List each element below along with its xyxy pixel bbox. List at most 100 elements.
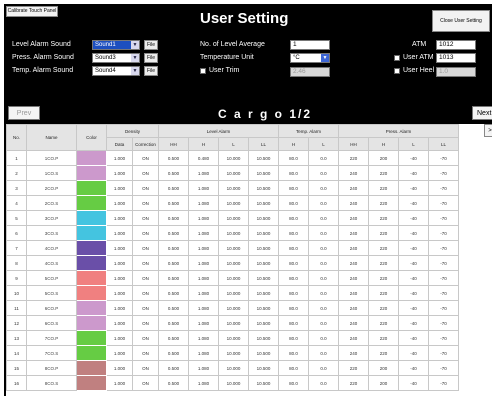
press-alarm-file-button[interactable]: File bbox=[144, 53, 158, 63]
cell-name[interactable]: 1CO.P bbox=[26, 150, 77, 166]
tank-color-cell[interactable] bbox=[76, 330, 107, 346]
cell-corr[interactable]: ON bbox=[132, 300, 159, 316]
cell-ll[interactable]: 10.000 bbox=[218, 225, 249, 241]
user-atm-input[interactable]: 1013 bbox=[436, 53, 476, 63]
cell-lll[interactable]: 10.500 bbox=[248, 315, 279, 331]
cell-no[interactable]: 3 bbox=[6, 180, 27, 196]
cell-ph[interactable]: 220 bbox=[368, 210, 399, 226]
cell-lh[interactable]: 1.080 bbox=[188, 270, 219, 286]
atm-input[interactable]: 1012 bbox=[436, 40, 476, 50]
cell-density[interactable]: 1.000 bbox=[106, 300, 133, 316]
tank-color-cell[interactable] bbox=[76, 360, 107, 376]
cell-ll[interactable]: 10.000 bbox=[218, 360, 249, 376]
cell-ll[interactable]: 10.000 bbox=[218, 270, 249, 286]
cell-lhh[interactable]: 0.500 bbox=[158, 270, 189, 286]
cell-tl[interactable]: 0.0 bbox=[308, 195, 339, 211]
cell-tl[interactable]: 0.0 bbox=[308, 210, 339, 226]
cell-density[interactable]: 1.000 bbox=[106, 345, 133, 361]
cell-density[interactable]: 1.000 bbox=[106, 195, 133, 211]
tank-color-cell[interactable] bbox=[76, 255, 107, 271]
cell-th[interactable]: 80.0 bbox=[278, 270, 309, 286]
cell-pl[interactable]: -40 bbox=[398, 150, 429, 166]
cell-density[interactable]: 1.000 bbox=[106, 210, 133, 226]
cell-ph[interactable]: 220 bbox=[368, 165, 399, 181]
cell-corr[interactable]: ON bbox=[132, 270, 159, 286]
cell-phh[interactable]: 220 bbox=[338, 150, 369, 166]
cell-ll[interactable]: 10.000 bbox=[218, 375, 249, 391]
cell-corr[interactable]: ON bbox=[132, 330, 159, 346]
cell-lh[interactable]: 1.080 bbox=[188, 180, 219, 196]
user-atm-checkbox[interactable] bbox=[394, 55, 400, 61]
cell-lh[interactable]: 1.080 bbox=[188, 330, 219, 346]
cell-lh[interactable]: 1.080 bbox=[188, 165, 219, 181]
cell-pl[interactable]: -40 bbox=[398, 225, 429, 241]
cell-corr[interactable]: ON bbox=[132, 180, 159, 196]
cell-ll[interactable]: 10.000 bbox=[218, 210, 249, 226]
cell-th[interactable]: 80.0 bbox=[278, 225, 309, 241]
cell-density[interactable]: 1.000 bbox=[106, 180, 133, 196]
cell-no[interactable]: 12 bbox=[6, 315, 27, 331]
cell-phh[interactable]: 240 bbox=[338, 315, 369, 331]
tank-color-cell[interactable] bbox=[76, 195, 107, 211]
cell-lhh[interactable]: 0.500 bbox=[158, 210, 189, 226]
cell-lhh[interactable]: 0.500 bbox=[158, 330, 189, 346]
cell-pll[interactable]: -70 bbox=[428, 255, 459, 271]
cell-name[interactable]: 3CO.S bbox=[26, 225, 77, 241]
cell-ph[interactable]: 220 bbox=[368, 180, 399, 196]
cell-lh[interactable]: 1.080 bbox=[188, 300, 219, 316]
cell-th[interactable]: 80.0 bbox=[278, 375, 309, 391]
cell-pl[interactable]: -40 bbox=[398, 165, 429, 181]
cell-name[interactable]: 4CO.P bbox=[26, 240, 77, 256]
cell-ph[interactable]: 200 bbox=[368, 360, 399, 376]
cell-tl[interactable]: 0.0 bbox=[308, 345, 339, 361]
cell-lh[interactable]: 1.080 bbox=[188, 195, 219, 211]
user-trim-checkbox[interactable] bbox=[200, 68, 206, 74]
cell-no[interactable]: 4 bbox=[6, 195, 27, 211]
cell-phh[interactable]: 240 bbox=[338, 300, 369, 316]
cell-name[interactable]: 1CO.S bbox=[26, 165, 77, 181]
cell-name[interactable]: 4CO.S bbox=[26, 255, 77, 271]
tank-color-cell[interactable] bbox=[76, 150, 107, 166]
cell-lhh[interactable]: 0.500 bbox=[158, 345, 189, 361]
table-row[interactable]: 1 1CO.P 1.000 ON 0.500 0.480 10.000 10.500 80.0 0… bbox=[6, 150, 459, 166]
cell-tl[interactable]: 0.0 bbox=[308, 165, 339, 181]
cell-ph[interactable]: 220 bbox=[368, 255, 399, 271]
cell-pl[interactable]: -40 bbox=[398, 270, 429, 286]
cell-th[interactable]: 80.0 bbox=[278, 210, 309, 226]
cell-no[interactable]: 15 bbox=[6, 360, 27, 376]
cell-th[interactable]: 80.0 bbox=[278, 165, 309, 181]
user-heel-checkbox[interactable] bbox=[394, 68, 400, 74]
cell-th[interactable]: 80.0 bbox=[278, 240, 309, 256]
cell-lll[interactable]: 10.500 bbox=[248, 285, 279, 301]
cell-ll[interactable]: 10.000 bbox=[218, 330, 249, 346]
cell-lll[interactable]: 10.500 bbox=[248, 195, 279, 211]
cell-th[interactable]: 80.0 bbox=[278, 315, 309, 331]
tank-color-cell[interactable] bbox=[76, 225, 107, 241]
cell-lll[interactable]: 10.500 bbox=[248, 225, 279, 241]
cell-tl[interactable]: 0.0 bbox=[308, 285, 339, 301]
cell-ph[interactable]: 220 bbox=[368, 315, 399, 331]
calibrate-touch-panel-button[interactable]: Calibrate Touch Panel bbox=[6, 6, 58, 17]
cell-lll[interactable]: 10.500 bbox=[248, 270, 279, 286]
cell-lhh[interactable]: 0.500 bbox=[158, 255, 189, 271]
level-alarm-sound-select[interactable]: Sound1 ▼ bbox=[92, 40, 140, 50]
cell-corr[interactable]: ON bbox=[132, 360, 159, 376]
cell-tl[interactable]: 0.0 bbox=[308, 360, 339, 376]
tank-color-cell[interactable] bbox=[76, 300, 107, 316]
cell-pl[interactable]: -40 bbox=[398, 315, 429, 331]
cell-ll[interactable]: 10.000 bbox=[218, 240, 249, 256]
cell-pl[interactable]: -40 bbox=[398, 180, 429, 196]
cell-name[interactable]: 7CO.S bbox=[26, 345, 77, 361]
cell-ph[interactable]: 220 bbox=[368, 345, 399, 361]
cell-no[interactable]: 2 bbox=[6, 165, 27, 181]
level-alarm-file-button[interactable]: File bbox=[144, 40, 158, 50]
cell-density[interactable]: 1.000 bbox=[106, 225, 133, 241]
table-row[interactable]: 3 2CO.P 1.000 ON 0.500 1.080 10.000 10.500 80.0 0… bbox=[6, 180, 459, 196]
cell-phh[interactable]: 220 bbox=[338, 375, 369, 391]
temperature-unit-select[interactable]: °C ▼ bbox=[290, 53, 330, 63]
cell-lll[interactable]: 10.500 bbox=[248, 210, 279, 226]
cell-tl[interactable]: 0.0 bbox=[308, 315, 339, 331]
cell-lhh[interactable]: 0.500 bbox=[158, 165, 189, 181]
cell-ph[interactable]: 220 bbox=[368, 300, 399, 316]
cell-corr[interactable]: ON bbox=[132, 195, 159, 211]
